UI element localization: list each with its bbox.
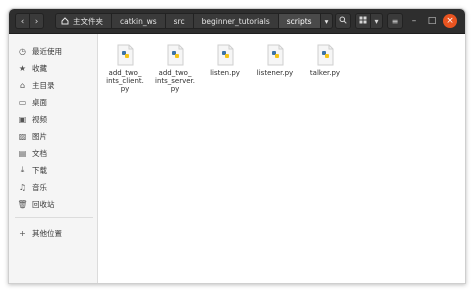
sidebar: ◷ 最近使用 ★ 收藏 ⌂ 主目录 ▭ 桌面 ▣ 视频 ▨ 图片 ▤ 文档 ⤓	[9, 34, 98, 283]
sidebar-item-trash[interactable]: 🗑 回收站	[9, 196, 97, 212]
search-icon	[339, 16, 347, 26]
file-view: add_two_ ints_client. py add_two_ ints_s…	[98, 34, 465, 283]
sidebar-item-label: 收藏	[32, 63, 47, 73]
home-icon: ⌂	[19, 80, 26, 90]
python-file-icon	[217, 44, 234, 66]
sidebar-item-label: 文档	[32, 148, 47, 158]
breadcrumb-home[interactable]: 主文件夹	[55, 13, 112, 29]
breadcrumb-catkin-ws[interactable]: catkin_ws	[111, 13, 166, 29]
search-button[interactable]	[335, 13, 351, 29]
sidebar-item-desktop[interactable]: ▭ 桌面	[9, 94, 97, 110]
breadcrumb-label: catkin_ws	[120, 16, 157, 26]
sidebar-item-label: 下载	[32, 165, 47, 175]
sidebar-divider	[15, 217, 93, 218]
hamburger-menu-icon: ≡	[391, 16, 399, 26]
desktop-icon: ▭	[18, 97, 27, 107]
maximize-button[interactable]: □	[425, 14, 439, 28]
sidebar-item-other-locations[interactable]: + 其他位置	[9, 225, 97, 241]
music-icon: ♫	[18, 182, 27, 192]
view-toggle-button[interactable]	[355, 13, 371, 29]
sidebar-item-pictures[interactable]: ▨ 图片	[9, 128, 97, 144]
close-icon: ×	[446, 16, 454, 26]
file-name: listener.py	[256, 69, 294, 77]
minimize-icon: –	[411, 16, 417, 26]
trash-icon: 🗑	[17, 199, 28, 209]
file-name: listen.py	[210, 69, 240, 77]
sidebar-item-recent[interactable]: ◷ 最近使用	[9, 43, 97, 59]
sidebar-item-label: 视频	[32, 114, 47, 124]
chevron-left-icon: ‹	[20, 17, 25, 27]
back-button[interactable]: ‹	[15, 13, 30, 29]
maximize-icon: □	[427, 16, 437, 26]
file-manager-window: ‹ › 主文件夹 catkin_ws src beginner_tutorial…	[8, 8, 466, 284]
home-icon	[61, 17, 69, 25]
sidebar-item-downloads[interactable]: ⤓ 下载	[9, 162, 97, 178]
file-name: talker.py	[309, 69, 341, 77]
headerbar: ‹ › 主文件夹 catkin_ws src beginner_tutorial…	[9, 9, 465, 34]
sidebar-item-label: 主目录	[32, 80, 55, 90]
view-options-button[interactable]: ▾	[370, 13, 383, 29]
python-file-icon	[267, 44, 284, 66]
forward-button[interactable]: ›	[29, 13, 44, 29]
breadcrumb-label: beginner_tutorials	[201, 16, 270, 26]
sidebar-item-label: 最近使用	[32, 46, 62, 56]
breadcrumb-beginner-tutorials[interactable]: beginner_tutorials	[192, 13, 279, 29]
file-name: add_two_ ints_server. py	[155, 69, 196, 93]
chevron-right-icon: ›	[34, 17, 39, 27]
download-icon: ⤓	[20, 165, 25, 174]
picture-icon: ▨	[18, 131, 27, 141]
sidebar-item-documents[interactable]: ▤ 文档	[9, 145, 97, 161]
breadcrumb-label: scripts	[286, 16, 312, 26]
caret-down-icon: ▾	[324, 16, 329, 26]
file-item[interactable]: add_two_ ints_server. py	[155, 44, 195, 93]
sidebar-item-label: 其他位置	[32, 228, 62, 238]
sidebar-item-label: 图片	[32, 131, 47, 141]
menu-button[interactable]: ≡	[387, 13, 403, 29]
sidebar-item-label: 回收站	[32, 199, 55, 209]
breadcrumb-src[interactable]: src	[164, 13, 194, 29]
document-icon: ▤	[18, 148, 27, 158]
sidebar-item-videos[interactable]: ▣ 视频	[9, 111, 97, 127]
sidebar-item-starred[interactable]: ★ 收藏	[9, 60, 97, 76]
python-file-icon	[317, 44, 334, 66]
file-item[interactable]: talker.py	[305, 44, 345, 77]
clock-icon: ◷	[19, 46, 26, 56]
sidebar-item-label: 音乐	[32, 182, 47, 192]
breadcrumb-scripts[interactable]: scripts	[277, 13, 321, 29]
caret-down-icon: ▾	[374, 16, 379, 26]
close-button[interactable]: ×	[443, 14, 457, 28]
file-name: add_two_ ints_client. py	[106, 69, 144, 93]
breadcrumb-menu-button[interactable]: ▾	[319, 13, 334, 29]
breadcrumb-label: 主文件夹	[73, 16, 103, 26]
grid-view-icon	[359, 16, 367, 26]
sidebar-item-label: 桌面	[32, 97, 47, 107]
breadcrumb: 主文件夹 catkin_ws src beginner_tutorials sc…	[55, 13, 334, 29]
sidebar-item-music[interactable]: ♫ 音乐	[9, 179, 97, 195]
file-item[interactable]: add_two_ ints_client. py	[105, 44, 145, 93]
python-file-icon	[167, 44, 184, 66]
file-item[interactable]: listener.py	[255, 44, 295, 77]
star-icon: ★	[18, 63, 27, 73]
breadcrumb-label: src	[173, 16, 185, 26]
sidebar-item-home[interactable]: ⌂ 主目录	[9, 77, 97, 93]
plus-icon: +	[19, 228, 26, 238]
file-item[interactable]: listen.py	[205, 44, 245, 77]
video-icon: ▣	[18, 114, 27, 124]
python-file-icon	[117, 44, 134, 66]
minimize-button[interactable]: –	[407, 14, 421, 28]
